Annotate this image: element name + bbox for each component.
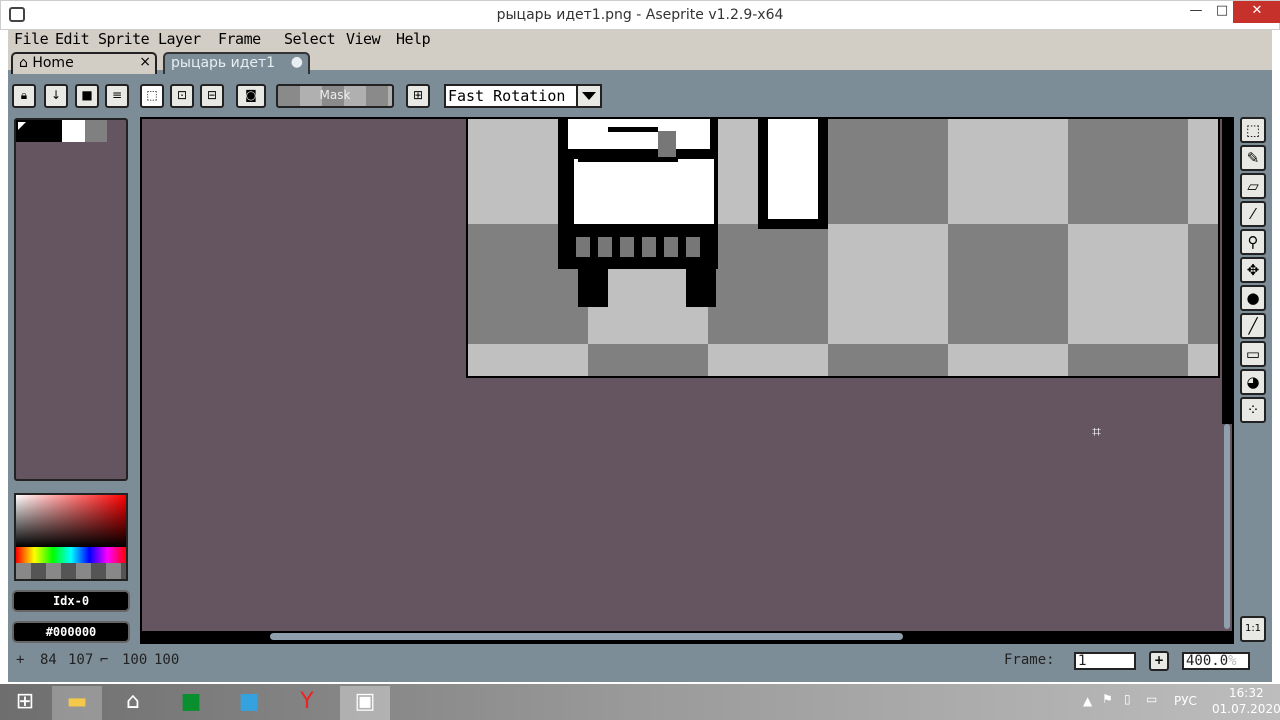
menu-view[interactable]: View <box>346 30 381 48</box>
zoom-input[interactable]: 400.0% <box>1182 652 1250 670</box>
square-icon[interactable]: ■ <box>75 84 99 108</box>
sprite-canvas[interactable] <box>466 119 1220 378</box>
pencil-icon[interactable]: ✎ <box>1240 145 1266 171</box>
vertical-scroll-thumb[interactable] <box>1224 424 1230 629</box>
palette-swatch[interactable] <box>39 120 62 142</box>
store-icon[interactable]: ■ <box>166 686 216 720</box>
tab-close-icon[interactable]: × <box>139 54 151 70</box>
mask-color-button[interactable]: Mask <box>276 84 394 108</box>
line-icon[interactable]: ╱ <box>1240 313 1266 339</box>
zoom-unit: % <box>1228 653 1237 669</box>
menu-frame[interactable]: Frame <box>218 30 261 48</box>
network-icon[interactable]: ▭ <box>1146 692 1157 706</box>
color-picker[interactable] <box>14 493 128 581</box>
minimize-button[interactable]: — <box>1181 1 1211 23</box>
palette-swatch[interactable] <box>85 120 107 142</box>
eyedropper-icon[interactable]: ⁄ <box>1240 201 1266 227</box>
battery-icon[interactable]: ▯ <box>1124 692 1131 706</box>
menu-icon[interactable]: ≡ <box>105 84 129 108</box>
file-explorer-icon[interactable]: ▬ <box>52 686 102 720</box>
frame-label: Frame: <box>1004 652 1055 668</box>
window-title: рыцарь идет1.png - Aseprite v1.2.9-x64 <box>496 7 784 23</box>
windows-start-icon[interactable]: ⊞ <box>0 686 50 720</box>
spray-icon[interactable]: ⁘ <box>1240 397 1266 423</box>
eraser-icon[interactable]: ▱ <box>1240 173 1266 199</box>
mask-preview-icon[interactable]: ◙ <box>236 84 266 108</box>
title-bar: рыцарь идет1.png - Aseprite v1.2.9-x64 —… <box>0 0 1280 30</box>
menu-help[interactable]: Help <box>396 30 431 48</box>
tab-sprite-file[interactable]: рыцарь идет1 ● <box>163 52 310 74</box>
horizontal-scroll-thumb[interactable] <box>270 633 903 640</box>
menu-file[interactable]: File <box>14 30 49 48</box>
rotation-algorithm-select[interactable]: Fast Rotation <box>444 84 602 108</box>
add-frame-button[interactable]: + <box>1149 651 1169 671</box>
crosshair-cursor-icon: ⌗ <box>1092 422 1102 441</box>
shopping-icon[interactable]: ■ <box>224 686 274 720</box>
vertical-scrollbar[interactable] <box>1222 119 1232 642</box>
rectangular-marquee-icon[interactable]: ⬚ <box>1240 117 1266 143</box>
paint-bucket-icon[interactable]: ● <box>1240 285 1266 311</box>
alpha-slider[interactable] <box>16 563 126 579</box>
crosshair-icon: + <box>16 652 25 668</box>
color-index-field[interactable]: Idx-0 <box>12 590 130 612</box>
cursor-x: 84 <box>40 652 57 668</box>
pivot-icon[interactable]: ⊞ <box>406 84 430 108</box>
lock-icon[interactable]: 🔒︎ <box>12 84 36 108</box>
move-icon[interactable]: ✥ <box>1240 257 1266 283</box>
status-bar: + 84 107 ⌐ 100 100 Frame: 1 + 400.0% <box>8 650 1272 674</box>
saturation-value-area[interactable] <box>16 495 126 547</box>
menu-sprite[interactable]: Sprite <box>98 30 150 48</box>
chevron-down-icon[interactable] <box>576 86 600 106</box>
tab-file-label: рыцарь идет1 <box>171 55 276 71</box>
clock-time[interactable]: 16:32 <box>1229 686 1264 700</box>
sprite-width: 100 <box>122 652 148 668</box>
rectangle-icon[interactable]: ▭ <box>1240 341 1266 367</box>
zoom-icon[interactable]: ⚲ <box>1240 229 1266 255</box>
menu-bar: File Edit Sprite Layer Frame Select View… <box>8 30 1272 50</box>
tab-bar: ⌂ Home × рыцарь идет1 ● <box>8 50 1272 74</box>
sprite-height: 100 <box>154 652 180 668</box>
aseprite-taskbar-icon[interactable]: ▣ <box>340 686 390 720</box>
home-icon[interactable]: ⌂ <box>108 686 158 720</box>
select-subtract-icon[interactable]: ⊟ <box>200 84 224 108</box>
sprite-editor[interactable]: ⌗ <box>140 117 1234 644</box>
windows-taskbar: ⊞ ▬ ⌂ ■ ■ Y ▣ ▲ ⚑ ▯ ▭ РУС 16:32 01.07.20… <box>0 684 1280 720</box>
hue-slider[interactable] <box>16 547 126 563</box>
horizontal-scrollbar[interactable] <box>142 631 1232 642</box>
flag-icon[interactable]: ⚑ <box>1102 692 1113 706</box>
palette-panel <box>14 118 128 481</box>
tray-chevron-icon[interactable]: ▲ <box>1083 694 1092 708</box>
tab-home-label: Home <box>32 55 74 71</box>
knight-sprite <box>558 119 828 307</box>
contour-icon[interactable]: ◕ <box>1240 369 1266 395</box>
palette-swatch[interactable] <box>62 120 85 142</box>
menu-select[interactable]: Select <box>284 30 336 48</box>
tools-panel: ⬚ ✎ ▱ ⁄ ⚲ ✥ ● ╱ ▭ ◕ ⁘ <box>1240 115 1268 425</box>
frame-input[interactable]: 1 <box>1074 652 1136 670</box>
sprite-size-icon: ⌐ <box>100 652 109 668</box>
fg-color-marker-icon <box>18 122 26 130</box>
menu-layer[interactable]: Layer <box>158 30 201 48</box>
language-indicator[interactable]: РУС <box>1174 694 1197 708</box>
aseprite-window: File Edit Sprite Layer Frame Select View… <box>8 30 1272 682</box>
select-dotted-icon[interactable]: ⬚ <box>140 84 164 108</box>
zoom-value: 400.0 <box>1186 653 1229 669</box>
modified-dot-icon[interactable]: ● <box>291 54 303 70</box>
yandex-browser-icon[interactable]: Y <box>282 686 332 720</box>
arrow-down-icon[interactable]: ↓ <box>44 84 68 108</box>
maximize-button[interactable]: □ <box>1211 1 1233 23</box>
rotation-algorithm-value: Fast Rotation <box>448 87 566 105</box>
tab-home[interactable]: ⌂ Home × <box>11 52 157 74</box>
close-button[interactable]: ✕ <box>1233 1 1280 23</box>
cursor-y: 107 <box>68 652 94 668</box>
clock-date[interactable]: 01.07.2020 <box>1212 702 1280 716</box>
zoom-one-to-one-button[interactable]: 1:1 <box>1240 616 1266 642</box>
select-center-icon[interactable]: ⊡ <box>170 84 194 108</box>
color-hex-field[interactable]: #000000 <box>12 621 130 643</box>
home-icon: ⌂ <box>19 55 28 71</box>
menu-edit[interactable]: Edit <box>55 30 90 48</box>
